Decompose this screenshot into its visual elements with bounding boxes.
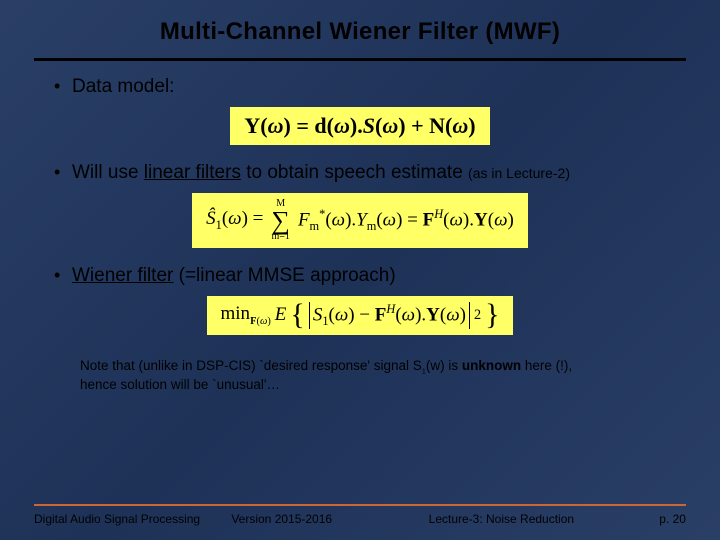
equation-1-wrap: Y(ω) = d(ω).S(ω) + N(ω) [54, 107, 666, 145]
bullet-data-model: • Data model: [54, 75, 666, 99]
sum-bottom: m=1 [271, 232, 289, 242]
equation-3: minF(ω) E { S1(ω) − FH(ω).Y(ω)2 } [207, 296, 514, 335]
sub: m [367, 219, 377, 233]
footer-right: Lecture-3: Noise Reduction [429, 512, 626, 526]
text-underlined: linear filters [144, 162, 241, 183]
content-area: • Data model: Y(ω) = d(ω).S(ω) + N(ω) • … [0, 61, 720, 395]
footer-left: Digital Audio Signal Processing [34, 512, 231, 526]
sigma-icon: M ∑ m=1 [271, 199, 290, 242]
text: (=linear MMSE approach) [173, 265, 395, 286]
footer-page: p. 20 [626, 512, 686, 526]
text-underlined: Wiener filter [72, 265, 173, 286]
sub: m [310, 219, 320, 233]
equation-2: Ŝ1(ω) = M ∑ m=1 Fm*(ω).Ym(ω) = FH(ω).Y(ω… [192, 193, 528, 248]
sub: 1 [216, 218, 222, 232]
bullet-dot-icon: • [54, 77, 72, 95]
text: Will use [72, 162, 144, 183]
slide: Multi-Channel Wiener Filter (MWF) • Data… [0, 0, 720, 540]
equation-3-wrap: minF(ω) E { S1(ω) − FH(ω).Y(ω)2 } [54, 296, 666, 335]
bullet-text: Data model: [72, 75, 174, 99]
bullet-linear-filters: • Will use linear filters to obtain spee… [54, 161, 666, 185]
note-text: Note that (unlike in DSP-CIS) `desired r… [54, 351, 666, 395]
slide-title: Multi-Channel Wiener Filter (MWF) [0, 0, 720, 54]
bullet-wiener: • Wiener filter (=linear MMSE approach) [54, 264, 666, 288]
equation-2-wrap: Ŝ1(ω) = M ∑ m=1 Fm*(ω).Ym(ω) = FH(ω).Y(ω… [54, 193, 666, 248]
footer-center: Version 2015-2016 [231, 512, 428, 526]
text-bold: unknown [462, 358, 521, 373]
text: to obtain speech estimate [241, 162, 468, 183]
bullet-text: Wiener filter (=linear MMSE approach) [72, 264, 396, 288]
footer-row: Digital Audio Signal Processing Version … [34, 512, 686, 526]
text: (w) is [426, 358, 462, 373]
bullet-dot-icon: • [54, 163, 72, 181]
bullet-text: Will use linear filters to obtain speech… [72, 161, 570, 185]
text: hence solution will be `unusual'… [80, 377, 280, 392]
text-small: (as in Lecture-2) [468, 165, 570, 181]
text: Note that (unlike in DSP-CIS) `desired r… [80, 358, 422, 373]
text: here (!), [521, 358, 572, 373]
equation-1: Y(ω) = d(ω).S(ω) + N(ω) [230, 107, 489, 145]
footer-divider [34, 504, 686, 506]
sup: * [319, 207, 325, 221]
footer: Digital Audio Signal Processing Version … [0, 504, 720, 526]
bullet-dot-icon: • [54, 266, 72, 284]
